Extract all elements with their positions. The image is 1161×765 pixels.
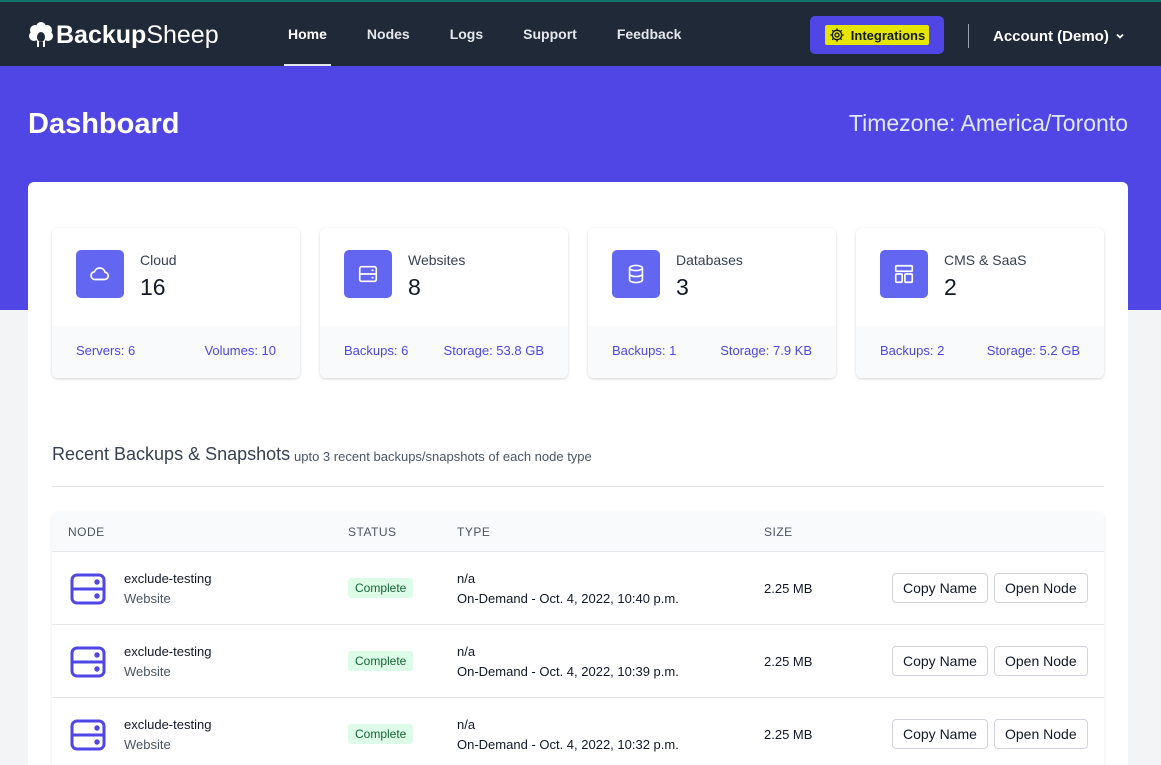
status-badge: Complete bbox=[348, 724, 414, 744]
account-label: Account (Demo) bbox=[993, 27, 1109, 45]
layout-icon bbox=[894, 264, 914, 284]
backup-size: 2.25 MB bbox=[764, 727, 813, 742]
server-icon bbox=[358, 265, 378, 283]
stat-footer-right[interactable]: Storage: 53.8 GB bbox=[444, 343, 544, 358]
chevron-down-icon bbox=[1116, 33, 1124, 39]
column-header-node: NODE bbox=[68, 525, 105, 539]
node-type: Website bbox=[124, 591, 171, 606]
brand-logo[interactable]: Backup Sheep bbox=[28, 18, 219, 52]
table-row: exclude-testing Website Complete n/a On-… bbox=[52, 625, 1104, 698]
nav-logs[interactable]: Logs bbox=[430, 2, 503, 66]
copy-name-button[interactable]: Copy Name bbox=[892, 573, 988, 603]
stat-card-cms-saas[interactable]: CMS & SaaS 2 Backups: 2 Storage: 5.2 GB bbox=[856, 228, 1104, 378]
stat-card-cloud[interactable]: Cloud 16 Servers: 6 Volumes: 10 bbox=[52, 228, 300, 378]
stat-footer-right[interactable]: Storage: 7.9 KB bbox=[720, 343, 812, 358]
stat-count: 8 bbox=[408, 274, 421, 300]
brand-name-light: Sheep bbox=[146, 20, 219, 49]
server-icon bbox=[70, 646, 106, 678]
stat-footer-left[interactable]: Backups: 2 bbox=[880, 343, 944, 358]
copy-name-button[interactable]: Copy Name bbox=[892, 719, 988, 749]
server-icon bbox=[70, 719, 106, 751]
nav-feedback[interactable]: Feedback bbox=[597, 2, 702, 66]
stat-count: 16 bbox=[140, 274, 166, 300]
stat-count: 2 bbox=[944, 274, 957, 300]
gear-icon bbox=[830, 28, 844, 42]
page-title: Dashboard bbox=[28, 108, 180, 140]
node-name: exclude-testing bbox=[124, 717, 212, 732]
main-nav: Home Nodes Logs Support Feedback bbox=[268, 2, 701, 66]
nav-nodes[interactable]: Nodes bbox=[347, 2, 430, 66]
open-node-button[interactable]: Open Node bbox=[994, 573, 1088, 603]
column-header-size: SIZE bbox=[764, 525, 793, 539]
database-icon-box bbox=[612, 250, 660, 298]
server-icon-box bbox=[344, 250, 392, 298]
stat-footer-right[interactable]: Volumes: 10 bbox=[204, 343, 276, 358]
stat-footer-left[interactable]: Servers: 6 bbox=[76, 343, 135, 358]
stat-footer: Backups: 2 Storage: 5.2 GB bbox=[856, 326, 1104, 378]
stat-count: 3 bbox=[676, 274, 689, 300]
database-icon bbox=[628, 264, 644, 284]
stat-name: Websites bbox=[408, 252, 466, 268]
integrations-button[interactable]: Integrations bbox=[810, 16, 944, 54]
backup-type: n/a bbox=[457, 644, 476, 659]
node-type: Website bbox=[124, 737, 171, 752]
table-row: exclude-testing Website Complete n/a On-… bbox=[52, 698, 1104, 765]
top-navbar: Backup Sheep Home Nodes Logs Support Feed… bbox=[0, 0, 1161, 66]
recent-backups-subtitle: upto 3 recent backups/snapshots of each … bbox=[294, 449, 592, 464]
stat-card-databases[interactable]: Databases 3 Backups: 1 Storage: 7.9 KB bbox=[588, 228, 836, 378]
copy-name-button[interactable]: Copy Name bbox=[892, 646, 988, 676]
stat-name: Cloud bbox=[140, 252, 177, 268]
nav-divider bbox=[968, 24, 969, 48]
stat-footer: Servers: 6 Volumes: 10 bbox=[52, 326, 300, 378]
backup-type: n/a bbox=[457, 717, 476, 732]
section-divider bbox=[52, 486, 1104, 487]
integrations-highlight: Integrations bbox=[824, 25, 930, 45]
recent-backups-table: NODE STATUS TYPE SIZE exclude-testing We… bbox=[52, 512, 1104, 765]
status-badge: Complete bbox=[348, 578, 414, 598]
stat-name: Databases bbox=[676, 252, 743, 268]
stat-footer-left[interactable]: Backups: 1 bbox=[612, 343, 676, 358]
column-header-status: STATUS bbox=[348, 525, 397, 539]
sheep-logo-icon bbox=[29, 22, 53, 47]
backup-size: 2.25 MB bbox=[764, 581, 813, 596]
backup-size: 2.25 MB bbox=[764, 654, 813, 669]
cloud-icon bbox=[90, 267, 110, 281]
stat-footer-left[interactable]: Backups: 6 bbox=[344, 343, 408, 358]
integrations-label: Integrations bbox=[850, 27, 926, 43]
nav-home[interactable]: Home bbox=[268, 2, 347, 66]
backup-schedule: On-Demand - Oct. 4, 2022, 10:32 p.m. bbox=[457, 737, 679, 752]
node-name: exclude-testing bbox=[124, 644, 212, 659]
brand-name-bold: Backup bbox=[56, 20, 147, 49]
backup-schedule: On-Demand - Oct. 4, 2022, 10:39 p.m. bbox=[457, 664, 679, 679]
timezone-label: Timezone: America/Toronto bbox=[848, 110, 1128, 136]
cloud-icon-box bbox=[76, 250, 124, 298]
table-header: NODE STATUS TYPE SIZE bbox=[52, 512, 1104, 552]
open-node-button[interactable]: Open Node bbox=[994, 719, 1088, 749]
stat-card-websites[interactable]: Websites 8 Backups: 6 Storage: 53.8 GB bbox=[320, 228, 568, 378]
backup-type: n/a bbox=[457, 571, 476, 586]
node-name: exclude-testing bbox=[124, 571, 212, 586]
node-type: Website bbox=[124, 664, 171, 679]
layout-icon-box bbox=[880, 250, 928, 298]
server-icon bbox=[70, 573, 106, 605]
stat-name: CMS & SaaS bbox=[944, 252, 1027, 268]
column-header-type: TYPE bbox=[457, 525, 491, 539]
stat-footer-right[interactable]: Storage: 5.2 GB bbox=[987, 343, 1080, 358]
account-menu[interactable]: Account (Demo) bbox=[993, 24, 1125, 48]
nav-support[interactable]: Support bbox=[503, 2, 597, 66]
recent-backups-title: Recent Backups & Snapshots bbox=[52, 444, 291, 464]
status-badge: Complete bbox=[348, 651, 414, 671]
open-node-button[interactable]: Open Node bbox=[994, 646, 1088, 676]
backup-schedule: On-Demand - Oct. 4, 2022, 10:40 p.m. bbox=[457, 591, 679, 606]
stat-footer: Backups: 1 Storage: 7.9 KB bbox=[588, 326, 836, 378]
stat-footer: Backups: 6 Storage: 53.8 GB bbox=[320, 326, 568, 378]
table-row: exclude-testing Website Complete n/a On-… bbox=[52, 552, 1104, 625]
